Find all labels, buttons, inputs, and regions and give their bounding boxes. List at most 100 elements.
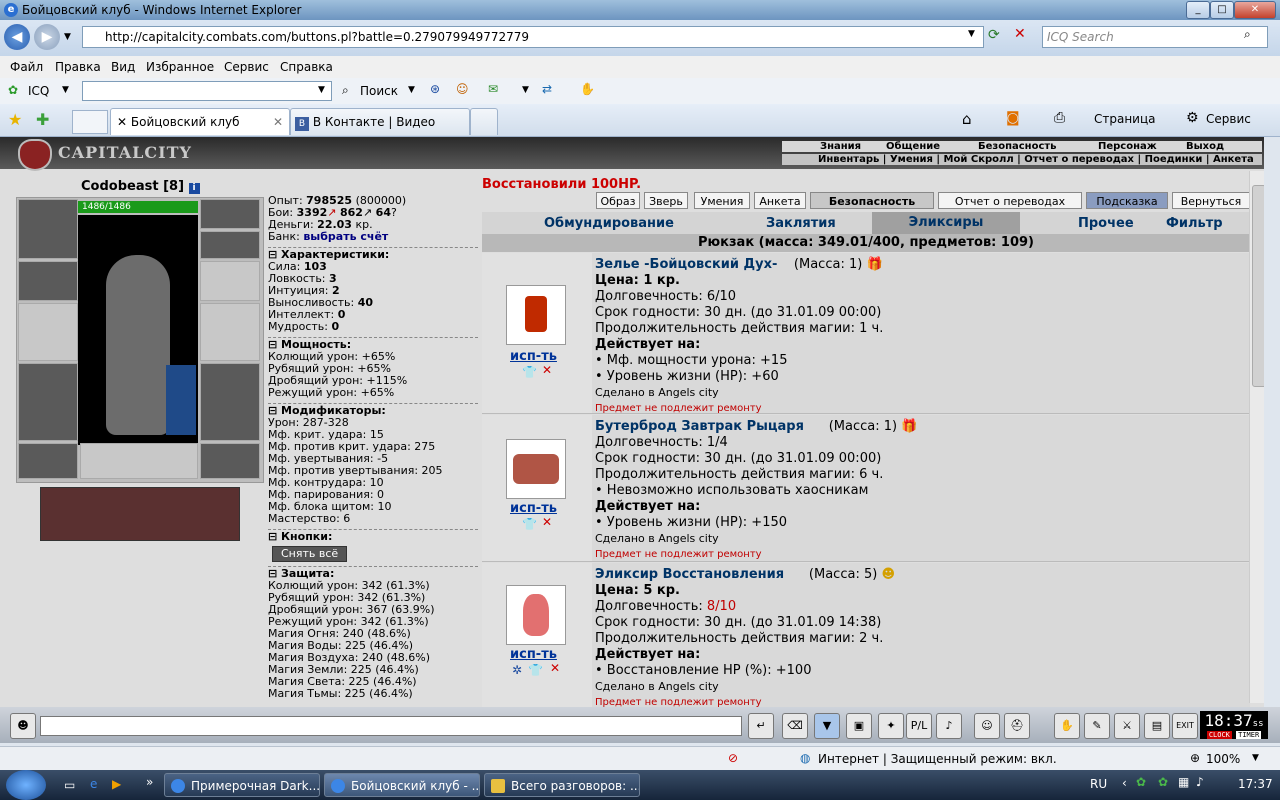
button-skills[interactable]: Умения — [694, 192, 750, 209]
search-toolbar-dropdown-icon[interactable]: ▼ — [408, 85, 415, 95]
volume-tray-icon[interactable]: ♪ — [1196, 775, 1204, 789]
icq-label[interactable]: ICQ — [28, 84, 49, 98]
scroll-thumb[interactable] — [1252, 185, 1264, 387]
buttons-header[interactable]: ⊟ Кнопки: — [268, 529, 478, 543]
earrings-slot[interactable] — [200, 199, 260, 229]
tab-spells[interactable]: Заклятия — [766, 216, 836, 231]
exit-icon[interactable]: EXIT — [1172, 713, 1198, 739]
menu-file[interactable]: Файл — [10, 60, 43, 74]
task-fitting-room[interactable]: Примерочная Dark... — [164, 773, 320, 797]
tray-flower-icon[interactable]: ✿ — [1158, 775, 1168, 789]
icq-search-input[interactable] — [82, 81, 332, 101]
group-fight-icon[interactable]: ⚔ — [1114, 713, 1140, 739]
minimize-button[interactable]: _ — [1186, 1, 1210, 19]
shield-slot[interactable] — [200, 303, 260, 361]
quick-tabs-button[interactable] — [72, 110, 108, 134]
search-icon[interactable]: ⌕ — [1244, 27, 1251, 42]
save-icon[interactable]: ▣ — [846, 713, 872, 739]
helmet-icon[interactable]: ⛑ — [1004, 713, 1030, 739]
helmet-slot[interactable] — [18, 199, 78, 259]
media-quicklaunch-icon[interactable]: ▶ — [112, 777, 121, 791]
clear-icon[interactable]: ⌫ — [782, 713, 808, 739]
tab-fight-club[interactable]: ✕ Бойцовский клуб ✕ — [110, 108, 290, 135]
button-hint[interactable]: Подсказка — [1086, 192, 1168, 209]
use-item-link[interactable]: исп-ть — [510, 501, 557, 516]
page-menu[interactable]: Страница — [1094, 112, 1156, 126]
smiley-icon[interactable]: ☺ — [974, 713, 1000, 739]
magic-slots-panel[interactable] — [40, 487, 240, 541]
familiar-image[interactable] — [166, 365, 196, 435]
nav-communication[interactable]: Общение — [886, 141, 940, 152]
scroll-icon[interactable]: ✎ — [1084, 713, 1110, 739]
boots-slot[interactable] — [200, 443, 260, 479]
show-desktop-icon[interactable]: ▭ — [64, 778, 75, 792]
quicklaunch-chevron-icon[interactable]: » — [146, 775, 153, 789]
bank-link[interactable]: выбрать счёт — [303, 230, 388, 243]
item-name[interactable]: Зелье -Бойцовский Дух- — [595, 257, 777, 272]
button-security[interactable]: Безопасность — [810, 192, 934, 209]
modifiers-header[interactable]: ⊟ Модификаторы: — [268, 403, 478, 417]
hand-action-icon[interactable]: ✋ — [1054, 713, 1080, 739]
system-clock[interactable]: 17:37 — [1238, 777, 1273, 791]
mail-check-icon[interactable]: ✉ — [488, 82, 498, 96]
search-input[interactable]: ICQ Search — [1042, 26, 1268, 48]
menu-view[interactable]: Вид — [111, 60, 135, 74]
close-tab-icon[interactable]: ✕ — [273, 109, 283, 135]
filter-icon[interactable]: ▼ — [814, 713, 840, 739]
favorites-star-icon[interactable]: ★ — [8, 110, 22, 129]
task-fight-club[interactable]: Бойцовский клуб - ... — [324, 773, 480, 797]
nav-knowledge[interactable]: Знания — [820, 141, 861, 152]
button-transfers[interactable]: Отчет о переводах — [938, 192, 1082, 209]
shirt-icon[interactable]: 👕 — [522, 365, 537, 379]
compass-icon[interactable]: ⊛ — [430, 82, 440, 96]
privacy-icon[interactable]: ⊘ — [728, 751, 738, 765]
undress-all-button[interactable]: Снять всё — [272, 546, 348, 562]
nav-character[interactable]: Персонаж — [1098, 141, 1157, 152]
back-button[interactable]: ◀ — [4, 24, 30, 50]
tab-elixirs[interactable]: Эликсиры — [872, 212, 1020, 234]
menu-help[interactable]: Справка — [280, 60, 333, 74]
url-dropdown-icon[interactable]: ▼ — [968, 29, 975, 39]
menu-edit[interactable]: Правка — [55, 60, 101, 74]
zoom-dropdown-icon[interactable]: ▼ — [1252, 753, 1259, 763]
send-icon[interactable]: ↵ — [748, 713, 774, 739]
item-name[interactable]: Бутерброд Завтрак Рыцаря — [595, 419, 804, 434]
shirt-icon[interactable]: 👕 — [528, 663, 543, 677]
shirt-icon[interactable]: 👕 — [522, 517, 537, 531]
power-header[interactable]: ⊟ Мощность: — [268, 337, 478, 351]
character-name[interactable]: Codobeast [8] i — [81, 179, 200, 194]
pl-icon[interactable]: P/L — [906, 713, 932, 739]
button-pet[interactable]: Зверь — [644, 192, 688, 209]
delete-icon[interactable]: ✕ — [542, 363, 552, 377]
home-icon[interactable]: ⌂ — [962, 110, 972, 128]
tools-menu[interactable]: Сервис — [1206, 112, 1251, 126]
zoom-level[interactable]: 100% — [1206, 752, 1240, 766]
sync-icon[interactable]: ⇄ — [542, 82, 552, 96]
belt-slot[interactable] — [18, 443, 78, 479]
close-window-button[interactable]: ✕ — [1234, 1, 1276, 19]
nav-security[interactable]: Безопасность — [978, 141, 1057, 152]
bracers-slot[interactable] — [18, 261, 78, 301]
history-dropdown-icon[interactable]: ▼ — [64, 32, 71, 42]
group-icon[interactable]: ✲ — [512, 663, 522, 677]
item-name[interactable]: Эликсир Восстановления — [595, 567, 784, 582]
rss-icon[interactable]: ◙ — [1006, 110, 1020, 126]
subnav-links[interactable]: Инвентарь | Умения | Мой Скролл | Отчет … — [818, 154, 1254, 165]
delete-icon[interactable]: ✕ — [550, 661, 560, 675]
tab-equipment[interactable]: Обмундирование — [544, 216, 674, 231]
legs-slot[interactable] — [200, 363, 260, 441]
tab-other[interactable]: Прочее — [1078, 216, 1134, 231]
new-tab-button[interactable] — [470, 108, 498, 135]
maximize-button[interactable]: □ — [1210, 1, 1234, 19]
delete-icon[interactable]: ✕ — [542, 515, 552, 529]
menu-favorites[interactable]: Избранное — [146, 60, 214, 74]
hand-icon[interactable]: ✋ — [580, 82, 595, 96]
button-profile[interactable]: Анкета — [754, 192, 806, 209]
icq-tray-icon[interactable]: ✿ — [1136, 775, 1146, 789]
sound-icon[interactable]: ♪ — [936, 713, 962, 739]
game-scrollbar[interactable] — [1249, 171, 1264, 703]
accessory-slots[interactable] — [80, 443, 198, 479]
toolbar-dropdown-icon[interactable]: ▼ — [522, 85, 529, 95]
armor-slot[interactable] — [18, 363, 78, 441]
print-icon[interactable]: ⎙ — [1054, 110, 1065, 126]
